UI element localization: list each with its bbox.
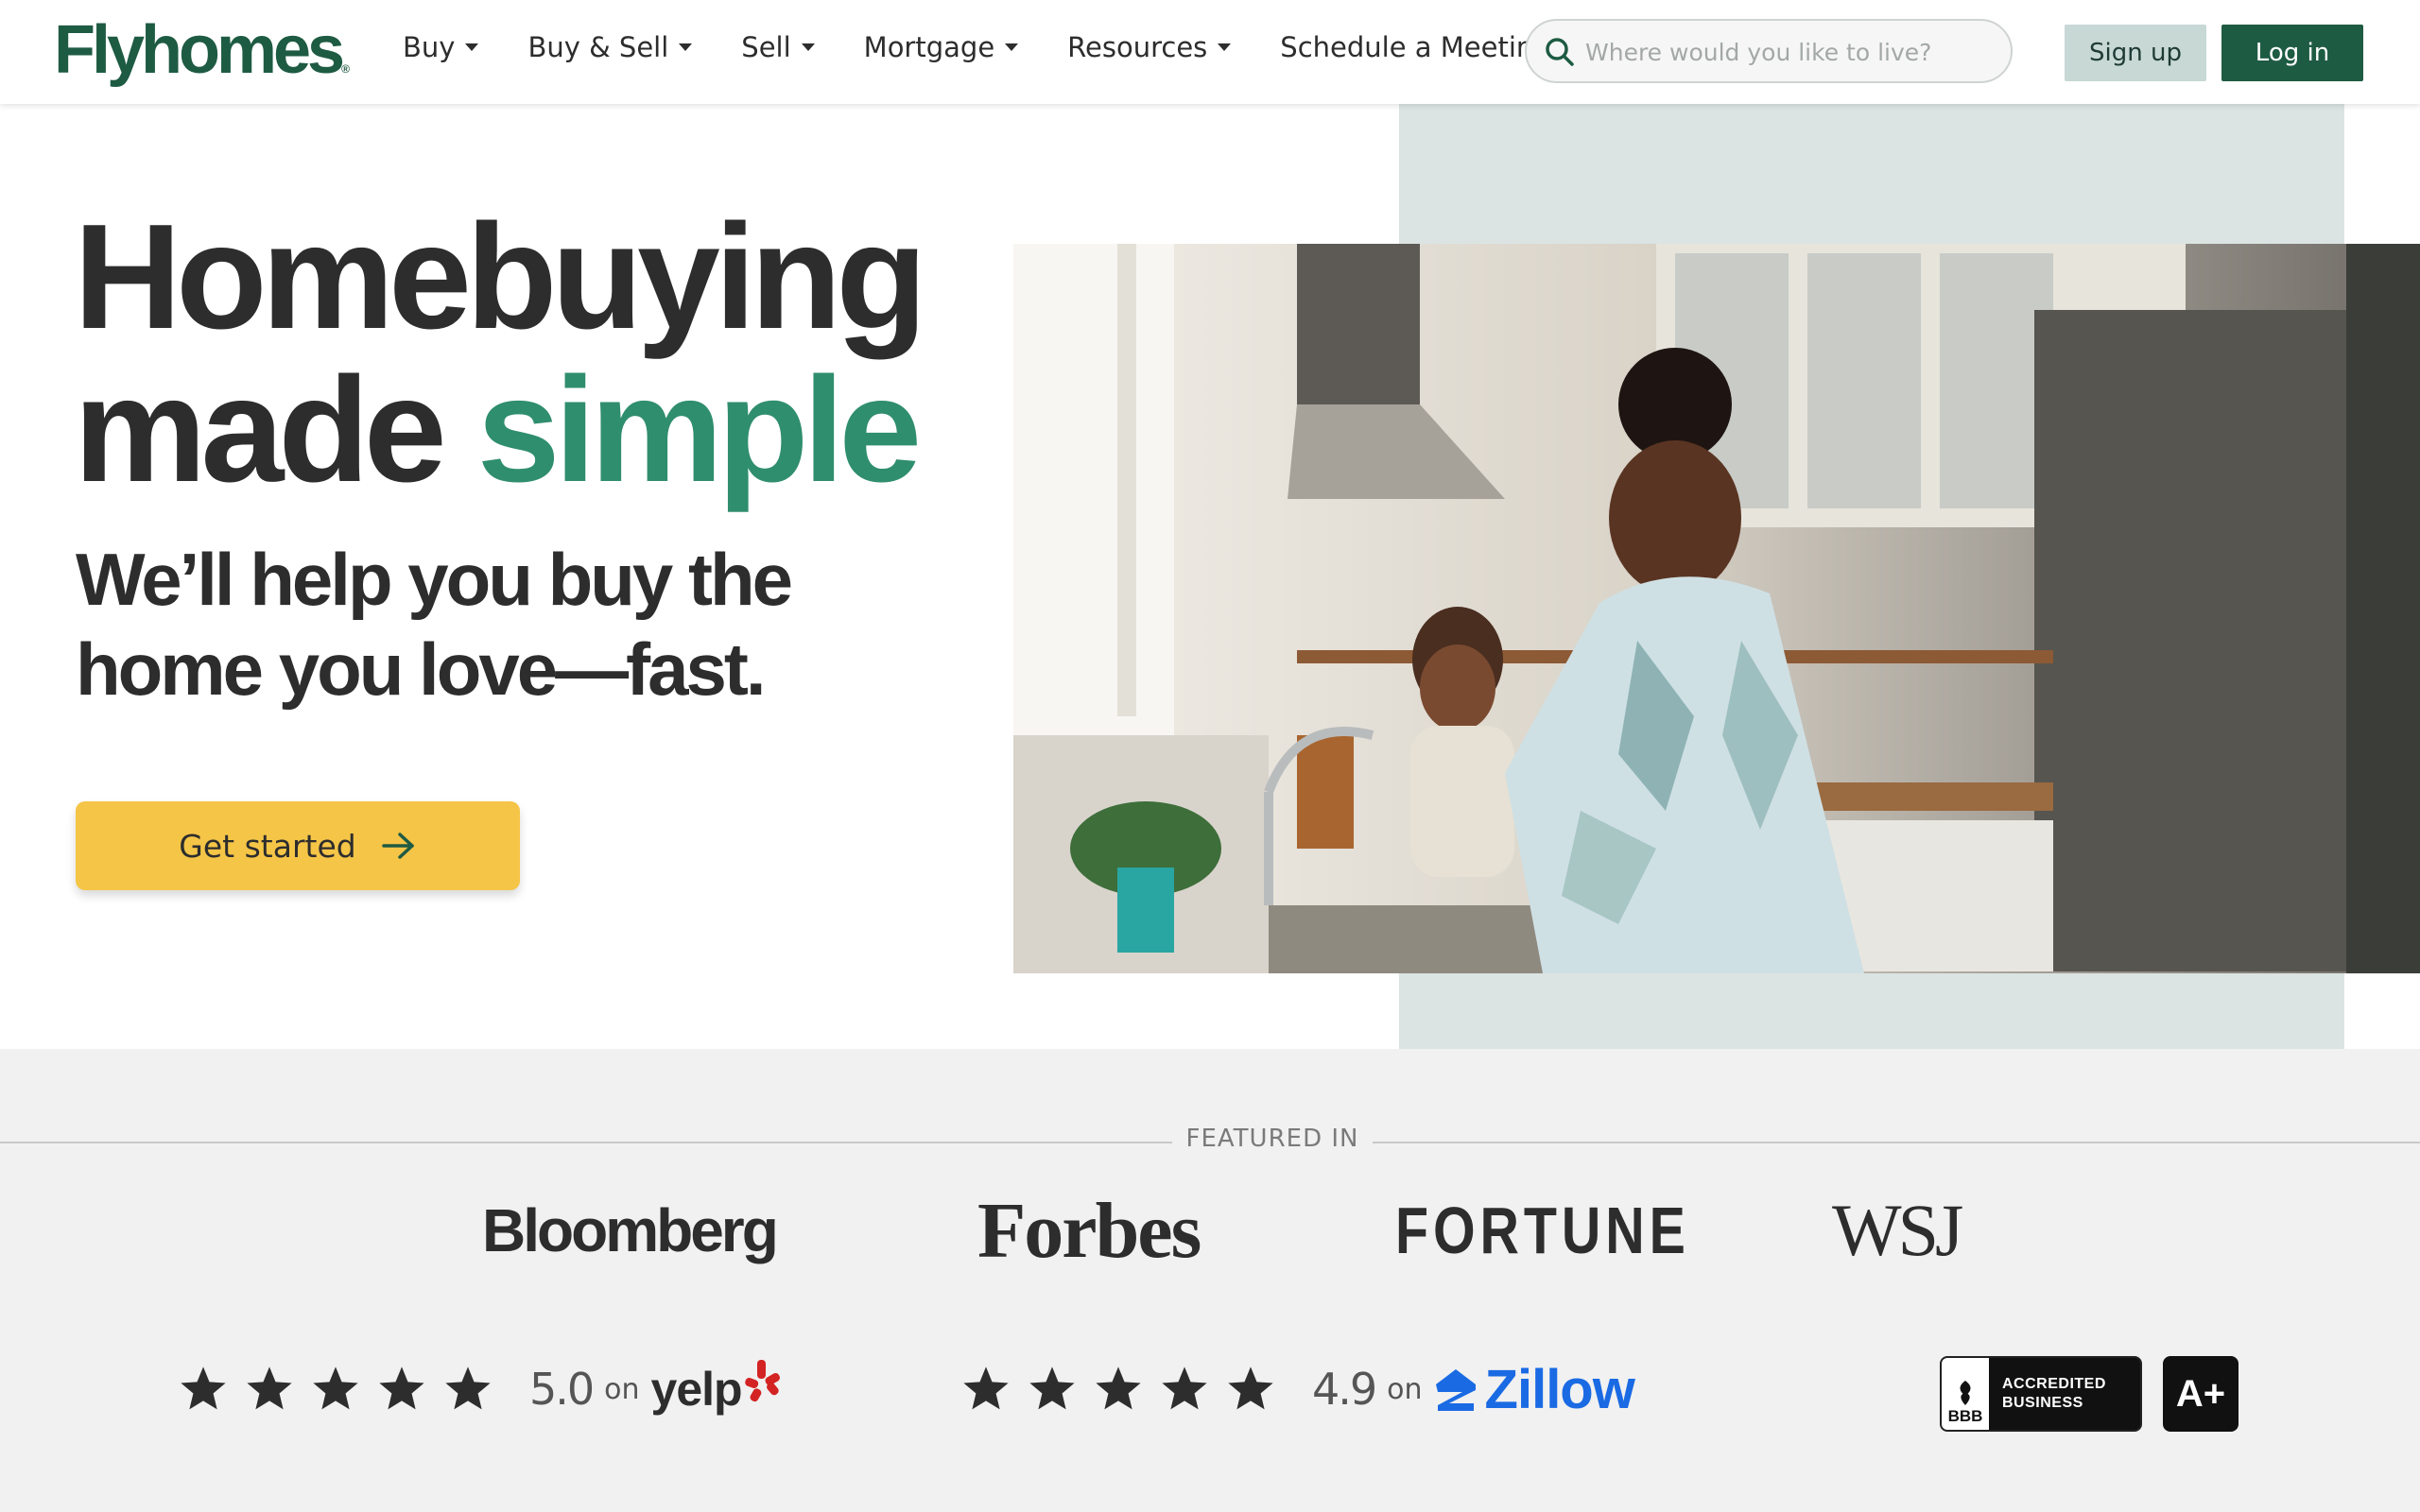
rating-on-text: on [604,1372,640,1406]
zillow-score: 4.9 [1312,1364,1377,1415]
hero-title-line1: Homebuying [74,194,927,360]
torch-icon [1960,1381,1971,1405]
bbb-line1: ACCREDITED [2002,1376,2106,1392]
hero-subtitle: We’ll help you buy the home you love—fas… [76,535,851,714]
nav-item-mortgage[interactable]: Mortgage [864,28,1019,66]
zillow-z-icon [1435,1369,1476,1411]
get-started-button[interactable]: Get started [76,801,520,890]
search-input[interactable] [1583,30,1994,74]
yelp-score: 5.0 [529,1364,595,1415]
location-search [1525,19,2013,83]
sign-up-button[interactable]: Sign up [2065,25,2206,81]
featured-section: FEATURED IN Bloomberg Forbes FORTUNE WSJ… [0,1049,2420,1512]
caret-down-icon [1005,43,1019,51]
star-icon [1096,1366,1141,1410]
bbb-grade: A+ [2163,1356,2238,1432]
yelp-logo: yelp [650,1363,743,1416]
star-icon [247,1366,292,1410]
forbes-logo: Forbes [977,1186,1201,1275]
bbb-accreditation-badge: BBB ACCREDITED BUSINESS A+ [1940,1356,2238,1434]
logo-text: Flyhomes [54,12,345,88]
bbb-line2: BUSINESS [2002,1395,2083,1411]
zillow-rating: 4.9 on Zillow [960,1351,1635,1427]
wsj-logo: WSJ [1832,1189,1963,1271]
bbb-accredited-text: ACCREDITED BUSINESS [1989,1358,2106,1430]
star-icon [181,1366,226,1410]
star-icon [963,1366,1009,1410]
hero-title-line2: made [74,347,447,513]
star-icon [1162,1366,1207,1410]
nav-item-label: Schedule a Meeting [1280,31,1551,63]
hero-subtitle-line2: home you love—fast. [76,627,766,711]
hero-title-accent: simple [476,347,923,513]
featured-divider-right [1373,1142,2420,1143]
hero-subtitle-line1: We’ll help you buy the [76,538,793,621]
get-started-label: Get started [179,827,356,865]
logo-registered-mark: ® [341,62,350,76]
caret-down-icon [1218,43,1232,51]
main-nav: Buy Buy & Sell Sell Mortgage Resources S… [403,28,1624,66]
nav-item-buy-and-sell[interactable]: Buy & Sell [527,28,693,66]
kitchen-photo-image [1013,244,2420,973]
flyhomes-logo[interactable]: Flyhomes® [54,13,350,87]
star-icon [445,1366,491,1410]
star-icon [1228,1366,1273,1410]
star-icon [1029,1366,1075,1410]
yelp-burst-icon [744,1360,780,1402]
star-rating [178,1364,509,1415]
nav-item-label: Buy [403,31,456,63]
fortune-logo: FORTUNE [1395,1194,1690,1267]
site-header: Flyhomes® Buy Buy & Sell Sell Mortgage R… [0,0,2420,104]
bbb-seal-icon: BBB [1942,1358,1989,1430]
search-icon[interactable] [1544,36,1576,68]
rating-on-text: on [1387,1372,1423,1406]
caret-down-icon [801,43,815,51]
featured-in-label: FEATURED IN [1185,1125,1359,1153]
bbb-accredited-business-logo: BBB ACCREDITED BUSINESS [1940,1356,2142,1432]
bbb-seal-text: BBB [1947,1407,1983,1425]
star-icon [379,1366,424,1410]
nav-item-label: Buy & Sell [527,31,669,63]
hero-photo [1013,244,2420,973]
star-rating [960,1364,1291,1415]
nav-item-resources[interactable]: Resources [1067,28,1232,66]
star-icon [313,1366,358,1410]
caret-down-icon [465,43,479,51]
nav-item-label: Mortgage [863,31,995,63]
zillow-logo: Zillow [1484,1358,1635,1420]
hero-title: Homebuying made simple [74,200,927,507]
nav-item-sell[interactable]: Sell [741,28,815,66]
caret-down-icon [679,43,693,51]
log-in-button[interactable]: Log in [2221,25,2363,81]
nav-item-label: Sell [741,31,791,63]
bloomberg-logo: Bloomberg [482,1196,779,1264]
arrow-right-icon [381,833,414,859]
nav-item-label: Resources [1067,31,1208,63]
yelp-rating: 5.0 on yelp [178,1351,782,1427]
nav-item-buy[interactable]: Buy [403,28,479,66]
featured-divider-left [0,1142,1172,1143]
